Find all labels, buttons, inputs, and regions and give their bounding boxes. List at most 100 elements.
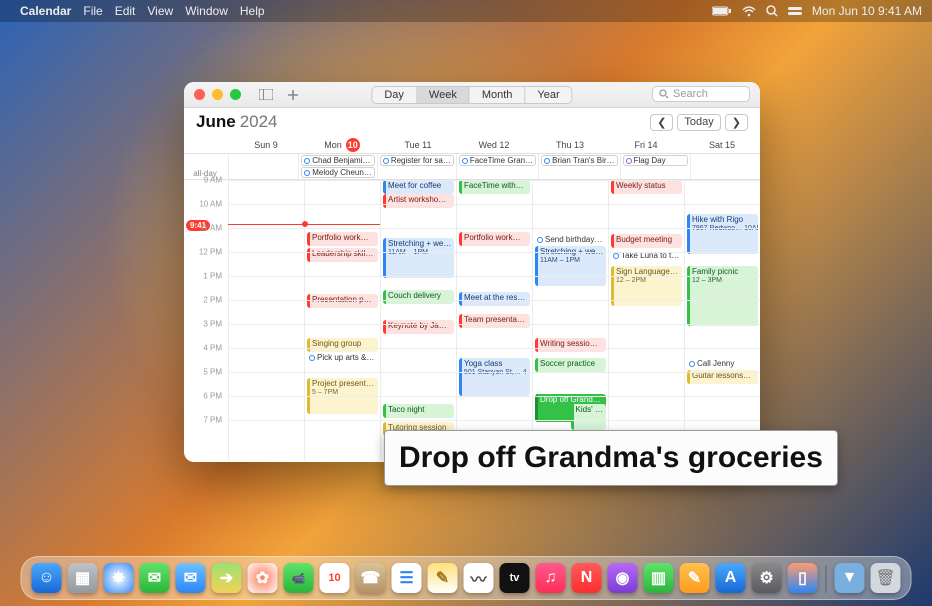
hour-label: 4 PM <box>203 344 222 353</box>
dock-maps[interactable]: ➔ <box>212 563 242 593</box>
dock-appstore[interactable]: A <box>716 563 746 593</box>
calendar-event[interactable]: Send birthday… <box>535 234 606 246</box>
dock-mail[interactable]: ✉ <box>176 563 206 593</box>
menu-view[interactable]: View <box>147 4 173 18</box>
allday-event[interactable]: Register for sa… <box>380 155 454 166</box>
dock-facetime[interactable]: 📹 <box>284 563 314 593</box>
view-day[interactable]: Day <box>372 87 417 103</box>
spotlight-icon[interactable] <box>766 5 778 17</box>
menubar: Calendar File Edit View Window Help Mon … <box>0 0 932 22</box>
event-tooltip: Drop off Grandma's groceries <box>384 430 838 486</box>
dock-photos[interactable]: ✿ <box>248 563 278 593</box>
calendar-event[interactable]: Kids' movie night <box>571 404 607 430</box>
calendar-event[interactable]: Weekly status <box>611 180 682 194</box>
menu-window[interactable]: Window <box>185 4 228 18</box>
menu-edit[interactable]: Edit <box>115 4 136 18</box>
today-indicator: 10 <box>346 138 360 152</box>
calendars-sidebar-icon[interactable] <box>259 89 273 101</box>
calendar-event[interactable]: Call Jenny <box>687 358 758 370</box>
allday-event[interactable]: FaceTime Gran… <box>459 155 536 166</box>
dock-music[interactable]: ♫ <box>536 563 566 593</box>
control-center-icon[interactable] <box>788 6 802 16</box>
dock-notes[interactable]: ✎ <box>428 563 458 593</box>
view-segmented-control: Day Week Month Year <box>371 86 572 104</box>
hour-label: 1 PM <box>203 272 222 281</box>
hour-label: 11 AM <box>200 224 222 233</box>
today-button[interactable]: Today <box>677 114 720 131</box>
hour-label: 12 PM <box>199 248 222 257</box>
calendar-event[interactable]: Artist worksho… <box>383 194 454 208</box>
dock-settings[interactable]: ⚙ <box>752 563 782 593</box>
dock-numbers[interactable]: ▥ <box>644 563 674 593</box>
add-event-icon[interactable] <box>287 89 299 101</box>
dock-podcasts[interactable]: ◉ <box>608 563 638 593</box>
calendar-event[interactable]: Meet for coffee <box>383 180 454 194</box>
hour-label: 2 PM <box>203 296 222 305</box>
window-zoom-button[interactable] <box>230 89 241 100</box>
menubar-clock[interactable]: Mon Jun 10 9:41 AM <box>812 4 922 18</box>
calendar-event[interactable]: Couch delivery <box>383 290 454 304</box>
hour-label: 10 AM <box>199 200 222 209</box>
calendar-event[interactable]: Presentation p… <box>307 294 378 308</box>
calendar-event[interactable]: Budget meeting <box>611 234 682 248</box>
dock-tv[interactable]: tv <box>500 563 530 593</box>
calendar-event[interactable]: Stretching + weights11AM – 1PM <box>383 238 454 278</box>
calendar-event[interactable]: Writing sessio… <box>535 338 606 352</box>
day-header-row: Sun 9 Mon10 Tue 11 Wed 12 Thu 13 Fri 14 … <box>184 136 760 154</box>
calendar-event[interactable]: FaceTime with… <box>459 180 530 194</box>
search-placeholder: Search <box>673 88 708 100</box>
calendar-event[interactable]: Team presenta… <box>459 314 530 328</box>
calendar-event[interactable]: Family picnic12 – 3PM <box>687 266 758 326</box>
calendar-event[interactable]: Portfolio work… <box>459 232 530 246</box>
dock-freeform[interactable]: 〰 <box>464 563 494 593</box>
header-year: 2024 <box>240 112 278 132</box>
calendar-event[interactable]: Portfolio work… <box>307 232 378 246</box>
dock-iphone-mirror[interactable]: ▯ <box>788 563 818 593</box>
battery-icon[interactable] <box>712 6 732 16</box>
day-header: Fri 14 <box>608 136 684 153</box>
prev-week-button[interactable]: ❮ <box>650 114 673 131</box>
dock-contacts[interactable]: ☎ <box>356 563 386 593</box>
window-minimize-button[interactable] <box>212 89 223 100</box>
dock-finder[interactable]: ☺ <box>32 563 62 593</box>
menubar-app-name[interactable]: Calendar <box>20 4 71 18</box>
calendar-event[interactable]: Leadership skil… <box>307 248 378 262</box>
calendar-event[interactable]: Pick up arts & … <box>307 352 378 364</box>
dock-pages[interactable]: ✎ <box>680 563 710 593</box>
allday-event[interactable]: Flag Day <box>623 155 688 166</box>
calendar-event[interactable]: Yoga class501 Stanyan St,… 4 – 5:30PM <box>459 358 530 396</box>
dock-reminders[interactable]: ☰ <box>392 563 422 593</box>
dock-calendar[interactable]: 10 <box>320 563 350 593</box>
dock-downloads[interactable]: ▼ <box>835 563 865 593</box>
next-week-button[interactable]: ❯ <box>725 114 748 131</box>
menu-help[interactable]: Help <box>240 4 265 18</box>
hour-label: 9 AM <box>204 176 222 185</box>
time-area[interactable]: 9:41 9 AM10 AM11 AM12 PM1 PM2 PM3 PM4 PM… <box>184 180 760 460</box>
calendar-event[interactable]: Hike with Rigo7867 Redwoo… 10AM – 12PM <box>687 214 758 254</box>
dock-safari[interactable]: ✵ <box>104 563 134 593</box>
calendar-event[interactable]: Soccer practice <box>535 358 606 372</box>
titlebar[interactable]: Day Week Month Year Search <box>184 82 760 108</box>
dock-messages[interactable]: ✉ <box>140 563 170 593</box>
hour-label: 3 PM <box>203 320 222 329</box>
wifi-icon[interactable] <box>742 6 756 17</box>
dock-trash[interactable]: 🗑 <box>871 563 901 593</box>
hour-label: 6 PM <box>203 392 222 401</box>
dock-news[interactable]: N <box>572 563 602 593</box>
allday-event[interactable]: Chad Benjami… <box>301 155 375 166</box>
dock-launchpad[interactable]: ▦ <box>68 563 98 593</box>
calendar-event[interactable]: Singing group <box>307 338 378 352</box>
menu-file[interactable]: File <box>83 4 102 18</box>
allday-event[interactable]: Brian Tran's Bir… <box>541 155 617 166</box>
calendar-event[interactable]: Taco night <box>383 404 454 418</box>
calendar-event[interactable]: Keynote by Ja… <box>383 320 454 334</box>
view-year[interactable]: Year <box>525 87 571 103</box>
view-month[interactable]: Month <box>470 87 526 103</box>
allday-event[interactable]: Melody Cheun… <box>301 167 375 178</box>
calendar-event[interactable]: Meet at the res… <box>459 292 530 306</box>
window-close-button[interactable] <box>194 89 205 100</box>
search-input[interactable]: Search <box>652 86 750 102</box>
search-icon <box>659 89 669 99</box>
view-week[interactable]: Week <box>417 87 470 103</box>
day-header: Sat 15 <box>684 136 760 153</box>
